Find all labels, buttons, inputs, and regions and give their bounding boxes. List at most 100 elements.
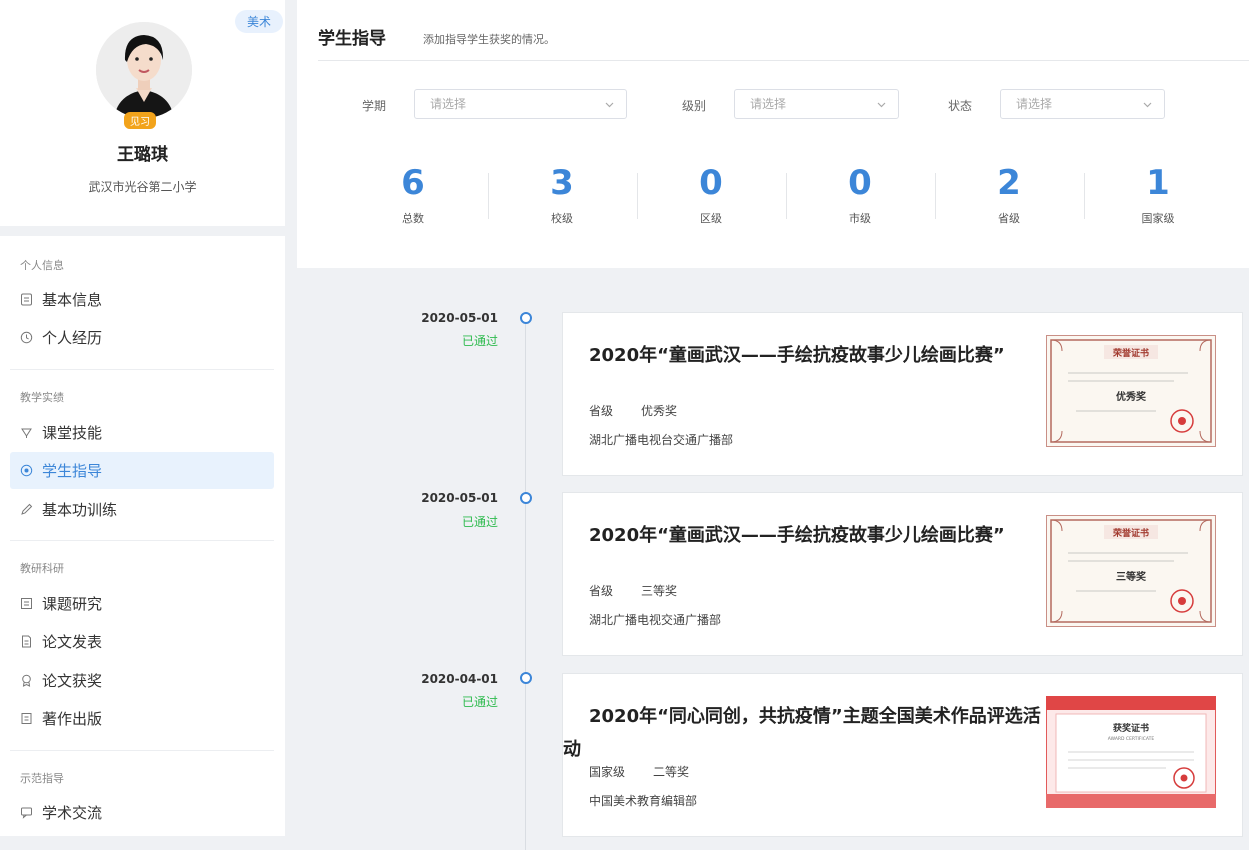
sidebar-item-label: 论文发表 (42, 633, 103, 651)
page-description: 添加指导学生获奖的情况。 (423, 33, 555, 46)
award-organizer: 湖北广播电视台交通广播部 (589, 433, 734, 447)
divider (10, 540, 274, 541)
stat-district-level: 0 区级 (651, 160, 771, 226)
page-title: 学生指导 (318, 29, 386, 49)
award-prize: 二等奖 (653, 765, 690, 779)
select-placeholder: 请选择 (1016, 97, 1053, 111)
profile-card: 美术 见习 王璐琪 武汉市光谷第二小学 (0, 0, 285, 226)
nav-section-research: 教研科研 (20, 562, 64, 575)
divider (10, 369, 274, 370)
stat-national-level: 1 国家级 (1098, 160, 1218, 226)
medal-icon (20, 674, 33, 687)
certificate-subheading: AWARD CERTIFICATE (1108, 736, 1155, 742)
sidebar-item-basic-training[interactable]: 基本功训练 (10, 491, 274, 528)
stat-label: 市级 (849, 212, 871, 225)
teacher-name: 王璐琪 (117, 145, 168, 165)
divider (488, 173, 489, 219)
stat-province-level: 2 省级 (949, 160, 1069, 226)
award-organizer: 中国美术教育编辑部 (589, 794, 698, 808)
nav-section-teaching: 教学实绩 (20, 391, 64, 404)
divider (935, 173, 936, 219)
pencil-icon (20, 503, 33, 516)
sidebar-item-book-publishing[interactable]: 著作出版 (10, 700, 274, 737)
status-select[interactable]: 请选择 (1000, 89, 1165, 119)
timeline-dot (520, 492, 532, 504)
filter-label-level: 级别 (682, 99, 707, 113)
sidebar-item-research-topics[interactable]: 课题研究 (10, 585, 274, 622)
award-meta: 省级 优秀奖 (589, 402, 677, 419)
subject-badge: 美术 (234, 10, 283, 33)
certificate-heading: 荣誉证书 (1112, 527, 1149, 539)
nav-section-personal: 个人信息 (20, 259, 64, 272)
award-level: 省级 (589, 584, 614, 598)
award-card[interactable]: 2020年“同心同创，共抗疫情”主题全国美术作品评选活动 国家级 二等奖 中国美术… (562, 673, 1243, 837)
certificate-heading: 获奖证书 (1113, 722, 1149, 734)
stat-label: 校级 (551, 212, 573, 225)
sidebar-item-label: 课堂技能 (42, 424, 103, 442)
select-placeholder: 请选择 (430, 97, 467, 111)
chat-icon (20, 806, 33, 819)
list-icon (20, 597, 33, 610)
divider (10, 750, 274, 751)
avatar-portrait (96, 22, 192, 118)
level-select[interactable]: 请选择 (734, 89, 899, 119)
clock-icon (20, 331, 33, 344)
chevron-down-icon (605, 102, 614, 108)
certificate-image[interactable]: 荣誉证书 优秀奖 (1046, 335, 1216, 447)
sidebar-item-label: 基本信息 (42, 291, 103, 309)
status-badge: 已通过 (461, 695, 498, 709)
certificate-image[interactable]: 获奖证书 AWARD CERTIFICATE (1046, 696, 1216, 808)
stat-total: 6 总数 (353, 160, 473, 226)
sidebar-item-class-skills[interactable]: 课堂技能 (10, 414, 274, 451)
sidebar-item-label: 课题研究 (42, 595, 103, 613)
filter-label-semester: 学期 (362, 99, 387, 113)
timeline-date: 2020-04-01 (421, 672, 498, 686)
stat-value: 2 (997, 163, 1021, 203)
semester-select[interactable]: 请选择 (414, 89, 627, 119)
stat-school-level: 3 校级 (502, 160, 622, 226)
award-card[interactable]: 2020年“童画武汉——手绘抗疫故事少儿绘画比赛” 省级 三等奖 湖北广播电视交通… (562, 492, 1243, 656)
sidebar-item-label: 著作出版 (42, 710, 103, 728)
stat-value: 0 (699, 163, 723, 203)
award-card[interactable]: 2020年“童画武汉——手绘抗疫故事少儿绘画比赛” 省级 优秀奖 湖北广播电视台交… (562, 312, 1243, 476)
award-prize: 优秀奖 (641, 404, 678, 418)
sidebar-item-student-guidance[interactable]: 学生指导 (10, 452, 274, 489)
award-meta: 省级 三等奖 (589, 582, 677, 599)
award-meta: 国家级 二等奖 (589, 763, 689, 780)
sidebar-item-label: 个人经历 (42, 329, 103, 347)
stat-label: 总数 (402, 212, 424, 225)
sidebar-item-experience[interactable]: 个人经历 (10, 319, 274, 356)
palette-icon (20, 464, 33, 477)
divider (637, 173, 638, 219)
sidebar-item-label: 学生指导 (42, 462, 103, 480)
status-badge: 已通过 (461, 334, 498, 348)
timeline-line (525, 323, 526, 850)
file-icon (20, 635, 33, 648)
sidebar-item-paper-awards[interactable]: 论文获奖 (10, 662, 274, 699)
sidebar-item-academic-exchange[interactable]: 学术交流 (10, 794, 274, 831)
timeline-date: 2020-05-01 (421, 311, 498, 325)
divider (786, 173, 787, 219)
award-title: 2020年“同心同创，共抗疫情”主题全国美术作品评选活动 (563, 706, 1041, 760)
award-prize: 三等奖 (641, 584, 678, 598)
stat-city-level: 0 市级 (800, 160, 920, 226)
divider (1084, 173, 1085, 219)
sidebar-nav: 个人信息 基本信息 个人经历 教学实绩 课堂技能 学生指导 基本功训练 教研科研 (0, 236, 285, 836)
sidebar-item-paper-publications[interactable]: 论文发表 (10, 623, 274, 660)
timeline-date: 2020-05-01 (421, 491, 498, 505)
sidebar-item-basic-info[interactable]: 基本信息 (10, 281, 274, 318)
certificate-image[interactable]: 荣誉证书 三等奖 (1046, 515, 1216, 627)
chevron-down-icon (1143, 102, 1152, 108)
nav-section-demonstration: 示范指导 (20, 772, 64, 785)
stat-value: 6 (401, 163, 425, 203)
select-placeholder: 请选择 (750, 97, 787, 111)
timeline-dot (520, 312, 532, 324)
timeline-dot (520, 672, 532, 684)
certificate-award: 三等奖 (1116, 570, 1147, 583)
award-organizer: 湖北广播电视交通广播部 (589, 613, 722, 627)
avatar[interactable] (96, 22, 192, 118)
award-level: 省级 (589, 404, 614, 418)
award-level: 国家级 (589, 765, 626, 779)
stat-value: 1 (1146, 163, 1170, 203)
sidebar-item-label: 学术交流 (42, 804, 103, 822)
